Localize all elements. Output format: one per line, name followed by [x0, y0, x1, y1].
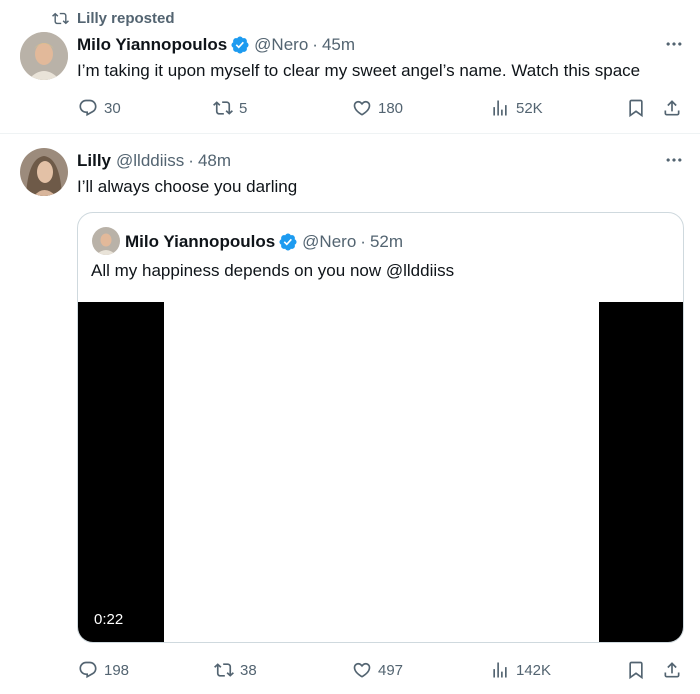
repost-indicator[interactable]: Lilly reposted — [52, 8, 175, 28]
views-count: 52K — [516, 99, 543, 117]
heart-icon — [352, 98, 372, 118]
reply-count: 198 — [104, 661, 130, 679]
reply-count: 30 — [104, 99, 121, 117]
author-handle[interactable]: @Nero — [254, 35, 308, 55]
share-button[interactable] — [662, 96, 682, 120]
like-button[interactable]: 497 — [352, 658, 403, 682]
avatar[interactable] — [20, 148, 68, 196]
reply-icon — [78, 98, 98, 118]
more-icon[interactable] — [664, 34, 684, 54]
repost-label: Lilly reposted — [77, 9, 175, 27]
verified-icon[interactable] — [278, 232, 298, 252]
author-name[interactable]: Milo Yiannopoulos — [125, 232, 275, 252]
avatar[interactable] — [20, 32, 68, 80]
views-icon — [490, 660, 510, 680]
like-count: 497 — [378, 661, 404, 679]
video-duration: 0:22 — [90, 610, 128, 629]
video-letterbox-left — [78, 302, 164, 642]
quote-text: All my happiness depends on you now @lld… — [91, 261, 455, 280]
bookmark-button[interactable] — [626, 658, 646, 682]
repost-button[interactable]: 38 — [214, 658, 257, 682]
bookmark-icon — [626, 660, 646, 680]
action-bar: 30 5 180 52K — [78, 96, 688, 120]
quote-header: Milo Yiannopoulos @Nero · 52m — [125, 230, 403, 254]
bookmark-button[interactable] — [626, 96, 646, 120]
author-handle[interactable]: @Nero — [302, 232, 356, 252]
timestamp[interactable]: 52m — [370, 232, 403, 252]
tweet-header: Lilly @llddiiss · 48m — [77, 149, 231, 173]
repost-button[interactable]: 5 — [213, 96, 247, 120]
repost-count: 5 — [239, 99, 248, 117]
bookmark-icon — [626, 98, 646, 118]
author-handle[interactable]: @llddiiss — [116, 151, 184, 171]
separator-dot: · — [312, 35, 318, 54]
tweet-1[interactable]: Lilly reposted Milo Yiannopoulos @Nero ·… — [0, 0, 700, 133]
timestamp[interactable]: 48m — [198, 151, 231, 171]
video-player[interactable]: 0:22 — [78, 302, 683, 642]
views-icon — [490, 98, 510, 118]
like-button[interactable]: 180 — [352, 96, 403, 120]
avatar[interactable] — [92, 227, 120, 255]
like-count: 180 — [378, 99, 404, 117]
quoted-tweet[interactable]: Milo Yiannopoulos @Nero · 52m All my hap… — [77, 212, 684, 643]
share-button[interactable] — [662, 658, 682, 682]
separator-dot: · — [188, 151, 194, 170]
tweet-header: Milo Yiannopoulos @Nero · 45m — [77, 33, 355, 57]
views-button[interactable]: 142K — [490, 658, 551, 682]
video-letterbox-right — [599, 302, 683, 642]
tweet-text: I’ll always choose you darling — [77, 177, 298, 196]
more-icon[interactable] — [664, 150, 684, 170]
repost-icon — [52, 10, 69, 27]
action-bar: 198 38 497 142K — [78, 658, 688, 682]
repost-count: 38 — [240, 661, 257, 679]
tweet-text: I’m taking it upon myself to clear my sw… — [77, 61, 641, 80]
reply-button[interactable]: 198 — [78, 658, 129, 682]
repost-icon — [214, 660, 234, 680]
views-count: 142K — [516, 661, 552, 679]
reply-icon — [78, 660, 98, 680]
verified-icon[interactable] — [230, 35, 250, 55]
timestamp[interactable]: 45m — [322, 35, 355, 55]
views-button[interactable]: 52K — [490, 96, 543, 120]
reply-button[interactable]: 30 — [78, 96, 121, 120]
separator-dot: · — [360, 232, 366, 251]
repost-icon — [213, 98, 233, 118]
author-name[interactable]: Milo Yiannopoulos — [77, 35, 227, 55]
share-icon — [662, 660, 682, 680]
heart-icon — [352, 660, 372, 680]
author-name[interactable]: Lilly — [77, 151, 111, 171]
share-icon — [662, 98, 682, 118]
